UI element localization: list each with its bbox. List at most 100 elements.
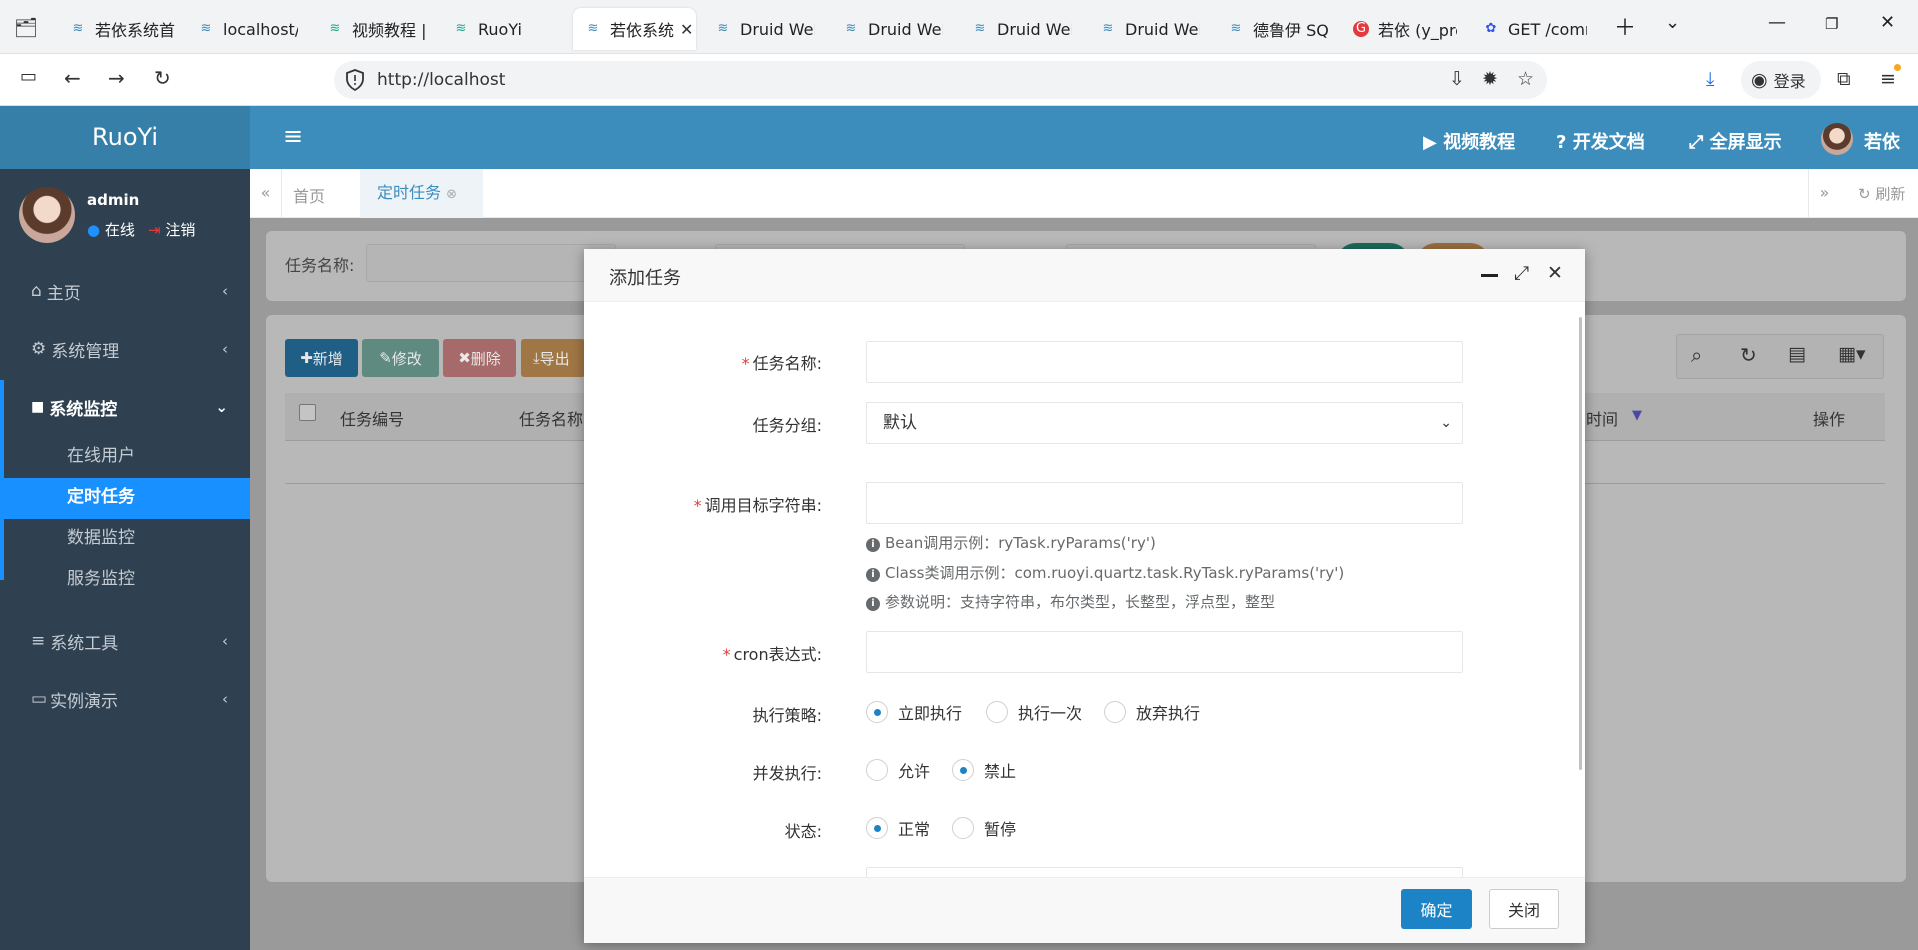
invoke-target-input[interactable] [866,482,1463,524]
tab-home[interactable]: 首页 [293,183,325,207]
sidebar-item-online-users[interactable]: 在线用户 [0,436,250,477]
refresh-icon[interactable]: ↻ [1740,343,1757,367]
tab-label: Druid Web [740,19,815,39]
app-logo[interactable]: RuoYi [0,106,250,169]
sidebar-item-monitor[interactable]: ■ 系统监控 ⌄ [0,378,250,436]
add-button[interactable]: ✚ 新增 [285,339,358,377]
header-username[interactable]: 若依 [1864,128,1900,154]
browser-tab[interactable]: ≋ localhost/\ [198,8,298,50]
column-header[interactable]: 任务名称 [519,406,583,430]
user-avatar[interactable] [19,187,75,243]
sidebar-label: 主页 [46,283,81,304]
browser-tab[interactable]: ≋ Druid Web [843,8,943,50]
close-circle-icon[interactable]: ⊗ [446,187,457,202]
browser-tab-active[interactable]: ≋ 若依系统 ✕ [573,8,696,50]
export-button[interactable]: ⤓ 导出 [521,339,585,377]
radio-concurrent-allow[interactable]: 允许 [866,758,930,782]
hint-text: 参数说明：支持字符串，布尔类型，长整型，浮点型，整型 [885,593,1276,611]
browser-tab[interactable]: ≋ Druid Web [1100,8,1200,50]
question-circle-icon: ? [1556,132,1573,153]
dev-docs-link[interactable]: ? 开发文档 [1556,128,1645,154]
restore-icon[interactable]: ❐ [1825,15,1838,33]
tabs-scroll-left-icon[interactable]: « [250,169,282,217]
edit-button[interactable]: ✎ 修改 [362,339,439,377]
confirm-button[interactable]: 确定 [1401,889,1472,929]
columns-icon[interactable]: ▦▾ [1838,343,1866,365]
browser-tab[interactable]: ✿ GET /comr [1483,8,1587,50]
radio-unchecked [952,817,974,839]
back-icon[interactable]: ← [64,66,81,90]
forward-icon[interactable]: → [108,66,125,90]
header-avatar[interactable] [1821,123,1853,155]
search-input[interactable] [366,244,616,282]
video-tutorial-link[interactable]: ▶ 视频教程 [1423,128,1515,154]
bug-icon[interactable]: ✹ [1482,68,1498,90]
tab-actions-icon[interactable]: 🗂 [14,16,38,39]
extensions-icon[interactable]: ⧉ [1837,68,1851,90]
browser-tab[interactable]: ≋ Druid Web [715,8,815,50]
radio-policy-once[interactable]: 执行一次 [986,700,1082,724]
favorite-star-icon[interactable]: ☆ [1517,68,1534,90]
new-tab-icon[interactable]: ＋ [1614,10,1636,42]
task-name-input[interactable] [866,341,1463,383]
radio-concurrent-deny[interactable]: 禁止 [952,758,1016,782]
remark-input-partial[interactable] [866,867,1463,877]
sidebar-item-tools[interactable]: ≡ 系统工具 ‹ [0,612,250,670]
sidebar-item-server-monitor[interactable]: 服务监控 [0,559,250,600]
hamburger-menu-icon[interactable]: ≡ [283,122,303,150]
address-bar[interactable]: http://localhost [334,61,1547,99]
sort-desc-icon[interactable]: ▼ [1632,408,1642,423]
bars-icon: ≡ [31,631,46,651]
radio-policy-immediate[interactable]: 立即执行 [866,700,962,724]
task-group-select[interactable]: 默认 ⌄ [866,402,1463,444]
radio-policy-abandon[interactable]: 放弃执行 [1104,700,1200,724]
maximize-icon[interactable]: ⤢ [1514,262,1529,284]
radio-status-paused[interactable]: 暂停 [952,816,1016,840]
downloads-icon[interactable]: ⤓ [1706,68,1714,90]
table-view-icon[interactable]: ▤ [1788,343,1806,365]
install-app-icon[interactable]: ⇩ [1449,68,1465,90]
browser-tab[interactable]: ≋ RuoYi [453,8,553,50]
browser-tab[interactable]: ≋ 视频教程 | [327,8,432,50]
fullscreen-link[interactable]: ⤢ 全屏显示 [1689,128,1782,154]
sidebar-item-home[interactable]: ⌂ 主页 ‹ [0,262,250,320]
hint-bean: i Bean调用示例：ryTask.ryParams('ry') [866,532,1156,553]
sidebar-item-demo[interactable]: ▭ 实例演示 ‹ [0,670,250,728]
search-icon[interactable]: ⌕ [1691,343,1702,367]
select-all-checkbox[interactable] [299,404,316,421]
home-icon: ⌂ [31,281,42,301]
minimize-icon[interactable]: — [1768,12,1786,33]
chevron-down-icon[interactable]: ⌄ [1665,12,1680,33]
modal-scrollbar[interactable] [1579,317,1582,770]
radio-status-normal[interactable]: 正常 [866,816,930,840]
profile-login-button[interactable]: ◉ 登录 [1741,61,1821,99]
tab-current[interactable]: 定时任务 ⊗ [360,169,483,218]
sidebar-item-data-monitor[interactable]: 数据监控 [0,518,250,559]
column-header[interactable]: 任务编号 [340,406,404,430]
sidebar-item-system[interactable]: ⚙ 系统管理 ‹ [0,320,250,378]
logout-link[interactable]: ⇥ 注销 [148,219,195,240]
cron-input[interactable] [866,631,1463,673]
browser-tab[interactable]: ≋ Druid Web [972,8,1072,50]
tab-label: 若依系统首 [95,21,176,40]
browser-tab[interactable]: ≋ 若依系统首 [70,8,180,50]
sidebar-item-scheduled-tasks[interactable]: 定时任务 [0,477,250,518]
selected-value: 默认 [883,413,917,433]
chevron-down-icon: ⌄ [1440,415,1452,431]
docs-label: 开发文档 [1572,132,1645,153]
radio-checked [866,817,888,839]
refresh-tab-button[interactable]: ↻ 刷新 [1858,183,1905,204]
close-window-icon[interactable]: ✕ [1880,12,1895,33]
sidebar-toggle-icon[interactable]: ▭ [20,66,37,87]
reload-icon[interactable]: ↻ [154,66,171,90]
browser-tab[interactable]: ≋ 德鲁伊 SQL [1228,8,1328,50]
close-button[interactable]: 关闭 [1489,889,1559,929]
close-icon[interactable]: ✕ [1547,262,1563,284]
menu-icon[interactable]: ≡ [1880,68,1896,90]
delete-button[interactable]: ✖ 删除 [443,339,516,377]
minimize-icon[interactable] [1481,274,1498,277]
browser-tab[interactable]: G 若依 (y_prc [1353,8,1457,50]
column-header[interactable]: 时间 [1586,406,1618,430]
tabs-scroll-right-icon[interactable]: » [1808,169,1840,217]
close-tab-icon[interactable]: ✕ [680,20,693,39]
